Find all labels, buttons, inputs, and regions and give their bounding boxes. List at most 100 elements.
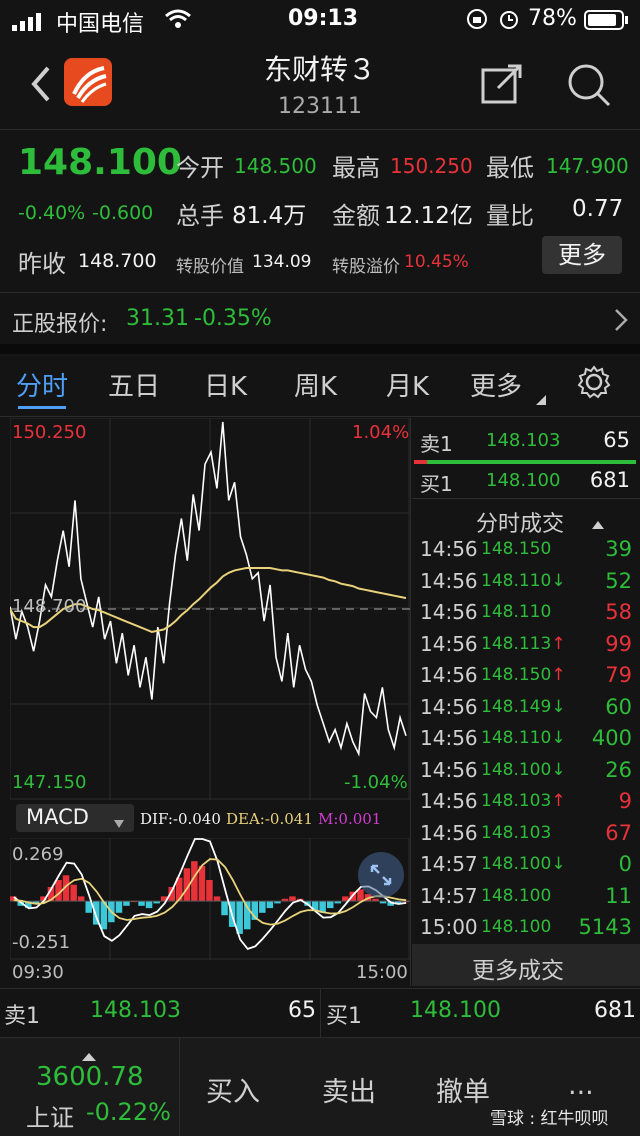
tab-daily-k[interactable]: 日K (204, 366, 247, 403)
nav-bar: 东财转３ 123111 (0, 40, 640, 128)
gear-icon[interactable] (576, 364, 612, 404)
bottom-buy1-label: 买1 (326, 1004, 362, 1029)
tick-volume: 99 (605, 631, 632, 656)
tick-price: 148.110↓ (481, 570, 566, 591)
signal-icon (12, 12, 46, 37)
tab-monthly-k[interactable]: 月K (386, 366, 429, 403)
buy1-label: 买1 (420, 472, 453, 496)
tick-time: 14:56 (420, 631, 478, 656)
tick-row: 14:56 148.110↓ 52 (420, 569, 632, 600)
arrow-down-icon: ↓ (551, 759, 566, 780)
macd-bar (244, 901, 251, 930)
underlying-stock-label: 正股报价: (12, 312, 108, 337)
divider (412, 498, 640, 499)
section-gap (0, 344, 640, 354)
tick-price: 148.149↓ (481, 696, 566, 717)
tick-row: 14:56 148.150↑ 79 (420, 663, 632, 694)
low-label: 最低 (486, 154, 534, 182)
bottom-sell1-volume: 65 (288, 998, 316, 1023)
chart-top-price: 150.250 (12, 422, 87, 443)
tab-more[interactable]: 更多 (470, 366, 522, 403)
tick-time: 14:57 (420, 883, 478, 908)
chart-bottom-pct: -1.04% (344, 772, 408, 793)
macd-bar (138, 901, 145, 906)
underlying-stock-price: 31.31 (126, 306, 189, 331)
volume-value: 81.4万 (232, 203, 307, 229)
watermark: 雪球 : 红牛呗呗 (490, 1109, 609, 1129)
tick-price: 148.150 (481, 539, 552, 559)
change-percent: -0.40% (18, 202, 86, 224)
macd-bar (145, 901, 153, 909)
chart-bottom-price: 147.150 (12, 772, 87, 793)
macd-dif: DIF:-0.040 (140, 810, 221, 828)
macd-bar (198, 865, 206, 902)
share-icon[interactable] (480, 62, 524, 110)
underlying-stock-pct: -0.35% (194, 306, 272, 331)
tab-intraday[interactable]: 分时 (16, 366, 68, 403)
tick-price: 148.100 (481, 885, 552, 906)
tick-row: 14:57 148.100↓ 0 (420, 852, 632, 883)
indicator-selector[interactable]: MACD (16, 804, 134, 832)
clock-time: 09:13 (288, 6, 359, 31)
tick-volume: 11 (605, 883, 632, 908)
more-ticks-button[interactable]: 更多成交 (412, 944, 640, 986)
app-logo-icon (64, 58, 112, 106)
tick-row: 14:57 148.100 11 (420, 884, 632, 915)
tick-time: 14:56 (420, 694, 478, 719)
security-code: 123111 (278, 94, 362, 119)
more-menu-button[interactable]: ... (568, 1070, 594, 1101)
buy1-price: 148.100 (486, 470, 561, 491)
macd-bar (206, 880, 213, 902)
open-label: 今开 (176, 154, 224, 182)
macd-bar (77, 896, 85, 902)
tick-price: 148.110↓ (481, 728, 566, 748)
tab-five-day[interactable]: 五日 (108, 366, 160, 403)
search-icon[interactable] (566, 62, 612, 112)
tick-row: 14:56 148.103 67 (420, 821, 632, 852)
tick-volume: 58 (605, 600, 632, 624)
tab-weekly-k[interactable]: 周K (294, 366, 337, 403)
chart-ref-price: 148.700 (12, 596, 87, 617)
tick-price: 148.103↑ (481, 791, 566, 811)
arrow-up-icon: ↑ (551, 633, 566, 654)
tick-volume: 26 (605, 757, 632, 782)
buy1-row: 买1 148.100 681 (420, 468, 632, 496)
index-pct: -0.22% (86, 1098, 171, 1126)
bottom-sell1-label: 卖1 (4, 1004, 40, 1029)
volume-ratio-value: 0.77 (572, 196, 624, 222)
sell1-price: 148.103 (486, 430, 561, 451)
sell1-volume: 65 (603, 428, 630, 452)
tick-row: 14:56 148.149↓ 60 (420, 695, 632, 726)
bottom-buy1-price: 148.100 (410, 998, 501, 1023)
volume-ratio-label: 量比 (486, 202, 534, 230)
expand-icon[interactable] (358, 852, 404, 898)
tick-row: 14:56 148.100↓ 26 (420, 758, 632, 789)
tick-row: 14:56 148.110↓ 400 (420, 726, 632, 757)
ticks-title[interactable]: 分时成交 (476, 506, 564, 538)
index-widget[interactable]: 3600.78 上证 -0.22% (0, 1038, 180, 1136)
macd-bar (266, 901, 274, 909)
sell-button[interactable]: 卖出 (322, 1070, 376, 1109)
underlying-stock-row[interactable]: 正股报价: 31.31 -0.35% (0, 296, 640, 344)
buy1-volume: 681 (589, 468, 630, 492)
tick-row: 14:56 148.150 39 (420, 537, 632, 568)
buy-button[interactable]: 买入 (206, 1070, 260, 1109)
last-price: 148.100 (18, 142, 182, 183)
more-button[interactable]: 更多 (542, 236, 622, 274)
tick-row: 14:56 148.103↑ 9 (420, 789, 632, 820)
conversion-value-label: 转股价值 (176, 257, 244, 277)
page-title: 东财转３ (263, 53, 376, 86)
tick-price: 148.150↑ (481, 665, 566, 685)
back-icon[interactable] (28, 64, 52, 108)
macd-top-label: 0.269 (12, 844, 64, 865)
tick-price: 148.100↓ (481, 759, 566, 780)
x-end-label: 15:00 (356, 962, 408, 983)
change-amount: -0.600 (92, 202, 154, 224)
cancel-order-button[interactable]: 撤单 (436, 1070, 490, 1109)
bottom-sell1-price: 148.103 (90, 998, 181, 1023)
tick-volume: 79 (605, 663, 632, 687)
conversion-premium-value: 10.45% (404, 252, 469, 272)
conversion-premium-label: 转股溢价 (332, 257, 400, 277)
macd-bar (327, 901, 334, 909)
status-bar: 中国电信 09:13 78% (0, 0, 640, 40)
